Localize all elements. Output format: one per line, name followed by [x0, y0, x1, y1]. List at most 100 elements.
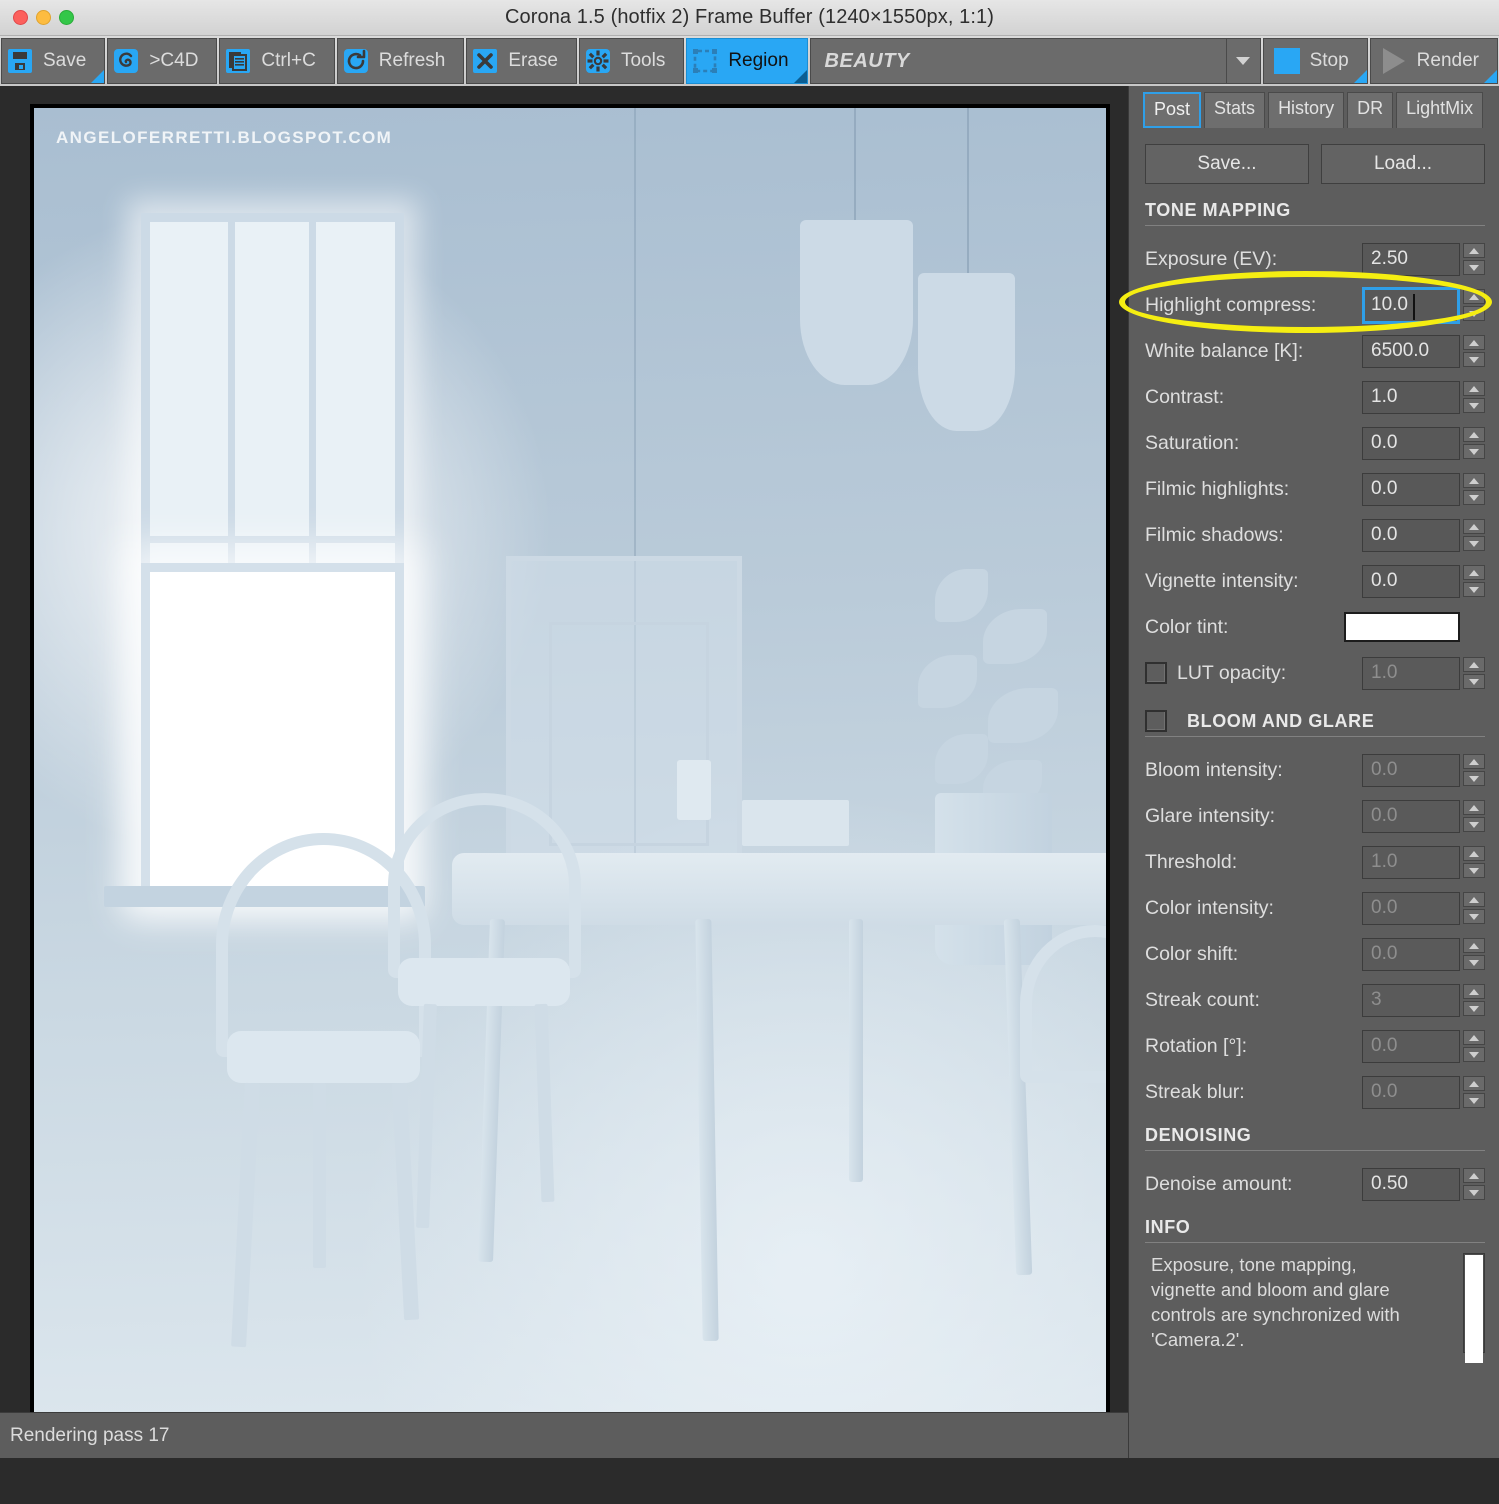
stepper-up-icon[interactable]	[1463, 565, 1485, 580]
render-pass-selector[interactable]: BEAUTY	[809, 38, 1261, 84]
threshold-input[interactable]: 1.0	[1362, 845, 1460, 879]
filmic-shadows-stepper[interactable]	[1463, 519, 1485, 551]
stepper-down-icon[interactable]	[1463, 352, 1485, 367]
color-intensity-input[interactable]: 0.0	[1362, 891, 1460, 925]
contrast-input[interactable]: 1.0	[1362, 380, 1460, 414]
color-tint-swatch[interactable]	[1344, 612, 1460, 642]
glare-intensity-input[interactable]: 0.0	[1362, 799, 1460, 833]
threshold-stepper[interactable]	[1463, 846, 1485, 878]
bloom-glare-checkbox[interactable]	[1145, 710, 1167, 732]
white-balance-input[interactable]: 6500.0	[1362, 334, 1460, 368]
rotation-stepper[interactable]	[1463, 1030, 1485, 1062]
glare-intensity-stepper[interactable]	[1463, 800, 1485, 832]
stepper-up-icon[interactable]	[1463, 473, 1485, 488]
send-to-c4d-button[interactable]: >C4D	[107, 38, 218, 84]
contrast-stepper[interactable]	[1463, 381, 1485, 413]
stepper-down-icon[interactable]	[1463, 863, 1485, 878]
bloom-intensity-input[interactable]: 0.0	[1362, 753, 1460, 787]
stepper-up-icon[interactable]	[1463, 289, 1485, 304]
stepper-up-icon[interactable]	[1463, 846, 1485, 861]
tools-button[interactable]: Tools	[578, 38, 685, 84]
tab-stats[interactable]: Stats	[1204, 92, 1266, 128]
streak-count-input[interactable]: 3	[1362, 983, 1460, 1017]
copy-button[interactable]: Ctrl+C	[219, 38, 335, 84]
saturation-stepper[interactable]	[1463, 427, 1485, 459]
filmic-highlights-stepper[interactable]	[1463, 473, 1485, 505]
tab-dr[interactable]: DR	[1347, 92, 1394, 128]
stepper-down-icon[interactable]	[1463, 771, 1485, 786]
save-button[interactable]: Save	[1, 38, 106, 84]
stop-button[interactable]: Stop	[1262, 38, 1368, 84]
filmic-shadows-input[interactable]: 0.0	[1362, 518, 1460, 552]
panel-tabs[interactable]: Post Stats History DR LightMix	[1129, 86, 1499, 128]
filmic-highlights-input[interactable]: 0.0	[1362, 472, 1460, 506]
exposure-stepper[interactable]	[1463, 243, 1485, 275]
saturation-input[interactable]: 0.0	[1362, 426, 1460, 460]
render-button[interactable]: Render	[1369, 38, 1498, 84]
stepper-down-icon[interactable]	[1463, 674, 1485, 689]
tab-lightmix[interactable]: LightMix	[1396, 92, 1484, 128]
info-scrollbar-thumb[interactable]	[1465, 1255, 1483, 1363]
stepper-down-icon[interactable]	[1463, 1001, 1485, 1016]
lut-opacity-stepper[interactable]	[1463, 657, 1485, 689]
stepper-down-icon[interactable]	[1463, 1047, 1485, 1062]
stepper-down-icon[interactable]	[1463, 306, 1485, 321]
exposure-input[interactable]: 2.50	[1362, 242, 1460, 276]
stepper-down-icon[interactable]	[1463, 909, 1485, 924]
denoise-amount-stepper[interactable]	[1463, 1168, 1485, 1200]
stop-dropdown-corner[interactable]	[1353, 70, 1367, 83]
stepper-up-icon[interactable]	[1463, 335, 1485, 350]
stepper-up-icon[interactable]	[1463, 754, 1485, 769]
stepper-up-icon[interactable]	[1463, 1168, 1485, 1183]
color-shift-stepper[interactable]	[1463, 938, 1485, 970]
stepper-down-icon[interactable]	[1463, 260, 1485, 275]
stepper-up-icon[interactable]	[1463, 519, 1485, 534]
preset-save-button[interactable]: Save...	[1145, 144, 1309, 184]
erase-button[interactable]: Erase	[466, 38, 577, 84]
stepper-down-icon[interactable]	[1463, 817, 1485, 832]
save-dropdown-corner[interactable]	[91, 70, 105, 83]
stepper-up-icon[interactable]	[1463, 243, 1485, 258]
stepper-up-icon[interactable]	[1463, 1076, 1485, 1091]
stepper-up-icon[interactable]	[1463, 427, 1485, 442]
lut-opacity-checkbox[interactable]	[1145, 662, 1167, 684]
lut-opacity-input[interactable]: 1.0	[1362, 656, 1460, 690]
tab-history[interactable]: History	[1268, 92, 1345, 128]
stepper-up-icon[interactable]	[1463, 381, 1485, 396]
denoise-amount-input[interactable]: 0.50	[1362, 1167, 1460, 1201]
streak-count-stepper[interactable]	[1463, 984, 1485, 1016]
highlight-compress-stepper[interactable]	[1463, 289, 1485, 321]
stepper-up-icon[interactable]	[1463, 938, 1485, 953]
stepper-down-icon[interactable]	[1463, 398, 1485, 413]
render-pass-dropdown-arrow[interactable]	[1225, 39, 1260, 83]
tab-post[interactable]: Post	[1143, 92, 1202, 128]
color-intensity-stepper[interactable]	[1463, 892, 1485, 924]
stepper-down-icon[interactable]	[1463, 1185, 1485, 1200]
stepper-down-icon[interactable]	[1463, 955, 1485, 970]
stepper-down-icon[interactable]	[1463, 582, 1485, 597]
render-viewport[interactable]: ANGELOFERRETTI.BLOGSPOT.COM Rendering pa…	[0, 86, 1130, 1458]
bloom-intensity-stepper[interactable]	[1463, 754, 1485, 786]
render-frame[interactable]: ANGELOFERRETTI.BLOGSPOT.COM	[30, 104, 1110, 1430]
stepper-up-icon[interactable]	[1463, 800, 1485, 815]
stepper-down-icon[interactable]	[1463, 490, 1485, 505]
stepper-down-icon[interactable]	[1463, 1093, 1485, 1108]
info-scrollbar[interactable]	[1463, 1253, 1485, 1363]
stepper-down-icon[interactable]	[1463, 536, 1485, 551]
color-shift-input[interactable]: 0.0	[1362, 937, 1460, 971]
white-balance-stepper[interactable]	[1463, 335, 1485, 367]
stepper-up-icon[interactable]	[1463, 657, 1485, 672]
streak-blur-input[interactable]: 0.0	[1362, 1075, 1460, 1109]
stepper-up-icon[interactable]	[1463, 892, 1485, 907]
vignette-intensity-input[interactable]: 0.0	[1362, 564, 1460, 598]
region-dropdown-corner[interactable]	[793, 70, 807, 83]
streak-blur-stepper[interactable]	[1463, 1076, 1485, 1108]
refresh-button[interactable]: Refresh	[336, 38, 465, 84]
stepper-down-icon[interactable]	[1463, 444, 1485, 459]
vignette-intensity-stepper[interactable]	[1463, 565, 1485, 597]
stepper-up-icon[interactable]	[1463, 1030, 1485, 1045]
render-dropdown-corner[interactable]	[1484, 70, 1497, 83]
rotation-input[interactable]: 0.0	[1362, 1029, 1460, 1063]
preset-load-button[interactable]: Load...	[1321, 144, 1485, 184]
stepper-up-icon[interactable]	[1463, 984, 1485, 999]
